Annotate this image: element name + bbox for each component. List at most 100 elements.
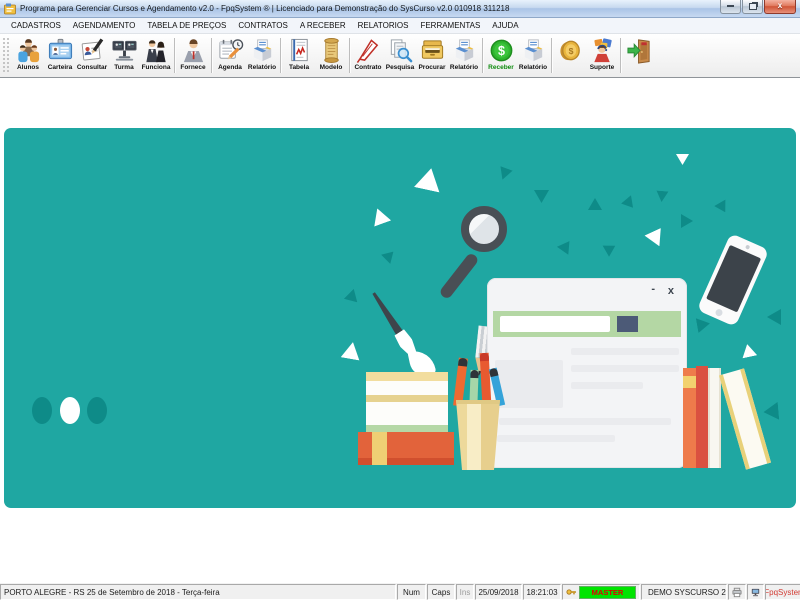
toolbar-button-fornece[interactable]: Fornece <box>177 35 209 76</box>
toolbar-button-relatorio-1[interactable]: Relatório <box>246 35 278 76</box>
printer-icon <box>732 587 742 598</box>
toolbar-button-agenda[interactable]: Agenda <box>214 35 246 76</box>
toolbar-button-coin[interactable]: $ <box>554 35 586 76</box>
toolbar-label: Turma <box>114 65 133 72</box>
toolbar-button-procurar[interactable]: Procurar <box>416 35 448 76</box>
minimize-button[interactable] <box>720 0 741 14</box>
confetti-triangle <box>602 240 618 257</box>
status-time: 18:21:03 <box>526 588 557 597</box>
menu-cadastros[interactable]: CADASTROS <box>5 21 67 30</box>
pencil-graphic <box>453 358 468 407</box>
consult-card-icon <box>79 37 106 64</box>
toolbar-label: Contrato <box>354 65 381 72</box>
status-database-panel: DEMO SYSCURSO 2.0 <box>641 584 727 600</box>
magnifier-handle <box>438 252 479 300</box>
close-icon: x <box>778 2 782 10</box>
menu-contratos[interactable]: CONTRATOS <box>232 21 293 30</box>
toolbar-label: Funciona <box>142 65 171 72</box>
status-brand-label: FpqSystem <box>765 588 800 597</box>
toolbar-separator <box>174 38 175 73</box>
menu-ajuda[interactable]: AJUDA <box>486 21 524 30</box>
confetti-triangle <box>763 402 780 421</box>
statusbar: PORTO ALEGRE - RS 25 de Setembro de 2018… <box>0 583 800 600</box>
toolbar-button-turma[interactable]: Turma <box>108 35 140 76</box>
receive-money-icon: $ <box>488 37 515 64</box>
confetti-triangle <box>588 198 602 210</box>
toolbar-button-receber[interactable]: $ Receber <box>485 35 517 76</box>
confetti-triangle <box>414 166 444 193</box>
toolbar-button-consultar[interactable]: Consultar <box>76 35 108 76</box>
toolbar-label: Relatório <box>248 65 276 72</box>
toolbar-label: Modelo <box>320 65 343 72</box>
status-insert-mode: Ins <box>456 584 474 600</box>
toolbar-button-suporte[interactable]: Suporte <box>586 35 618 76</box>
svg-text:$: $ <box>498 44 505 58</box>
id-card-icon <box>47 37 74 64</box>
agenda-calendar-icon <box>217 37 244 64</box>
placeholder-line <box>571 382 643 389</box>
toolbar-separator <box>482 38 483 73</box>
status-num-lock: Num <box>397 584 426 600</box>
status-printer-button[interactable] <box>728 584 746 600</box>
toolbar-separator <box>349 38 350 73</box>
menu-ferramentas[interactable]: FERRAMENTAS <box>414 21 486 30</box>
num-lock-label: Num <box>403 588 420 597</box>
browser-minimize-glyph: - <box>651 284 655 295</box>
status-caps-lock: Caps <box>427 584 455 600</box>
menu-relatorios[interactable]: RELATORIOS <box>352 21 415 30</box>
restore-icon <box>749 3 757 10</box>
decor-dot <box>87 397 107 424</box>
restore-button[interactable] <box>742 0 763 14</box>
confetti-triangle <box>676 154 689 165</box>
browser-search-button-graphic <box>617 316 638 332</box>
toolbar-gripper[interactable] <box>2 37 10 74</box>
status-user-badge: MASTER <box>579 586 636 599</box>
close-button[interactable]: x <box>764 0 796 14</box>
toolbar-label: Alunos <box>17 65 39 72</box>
placeholder-line <box>571 348 679 355</box>
toolbar-button-funciona[interactable]: Funciona <box>140 35 172 76</box>
report-icon <box>249 37 276 64</box>
minimize-icon <box>727 5 734 7</box>
menu-tabela-de-precos[interactable]: TABELA DE PREÇOS <box>141 21 232 30</box>
status-network-button[interactable] <box>747 584 764 600</box>
confetti-triangle <box>681 214 693 228</box>
toolbar-label: Agenda <box>218 65 242 72</box>
toolbar-label: Fornece <box>180 65 205 72</box>
toolbar-label: Procurar <box>418 65 445 72</box>
toolbar: Alunos Carteira <box>0 33 800 78</box>
toolbar-button-modelo[interactable]: Modelo <box>315 35 347 76</box>
supplier-icon <box>180 37 207 64</box>
decor-dot <box>60 397 80 424</box>
menu-agendamento[interactable]: AGENDAMENTO <box>67 21 142 30</box>
status-location-panel: PORTO ALEGRE - RS 25 de Setembro de 2018… <box>0 584 396 600</box>
confetti-triangle <box>496 166 512 182</box>
toolbar-button-carteira[interactable]: Carteira <box>44 35 76 76</box>
toolbar-separator <box>211 38 212 73</box>
toolbar-button-alunos[interactable]: Alunos <box>12 35 44 76</box>
hero-banner: - x <box>4 128 796 508</box>
app-icon <box>4 3 16 15</box>
toolbar-label: Receber <box>488 65 514 72</box>
svg-text:$: $ <box>568 46 573 56</box>
content-spacer-bottom <box>0 508 800 583</box>
confetti-triangle <box>740 343 757 359</box>
toolbar-button-relatorio-3[interactable]: Relatório <box>517 35 549 76</box>
toolbar-button-pesquisa[interactable]: Pesquisa <box>384 35 416 76</box>
browser-window-graphic: - x <box>487 278 687 468</box>
status-brand-panel: FpqSystem <box>765 584 800 600</box>
toolbar-button-exit[interactable] <box>623 35 655 76</box>
toolbar-button-tabela[interactable]: Tabela <box>283 35 315 76</box>
toolbar-button-relatorio-2[interactable]: Relatório <box>448 35 480 76</box>
decor-dot <box>32 397 52 424</box>
report-icon <box>520 37 547 64</box>
confetti-triangle <box>714 199 731 215</box>
toolbar-button-contrato[interactable]: Contrato <box>352 35 384 76</box>
browser-search-field-graphic <box>500 316 610 332</box>
book-stack-graphic <box>358 372 454 468</box>
menu-a-receber[interactable]: A RECEBER <box>294 21 352 30</box>
titlebar: Programa para Gerenciar Cursos e Agendam… <box>0 0 800 18</box>
confetti-triangle <box>696 316 711 333</box>
leaning-book-graphic <box>719 368 771 469</box>
search-drawer-icon <box>419 37 446 64</box>
